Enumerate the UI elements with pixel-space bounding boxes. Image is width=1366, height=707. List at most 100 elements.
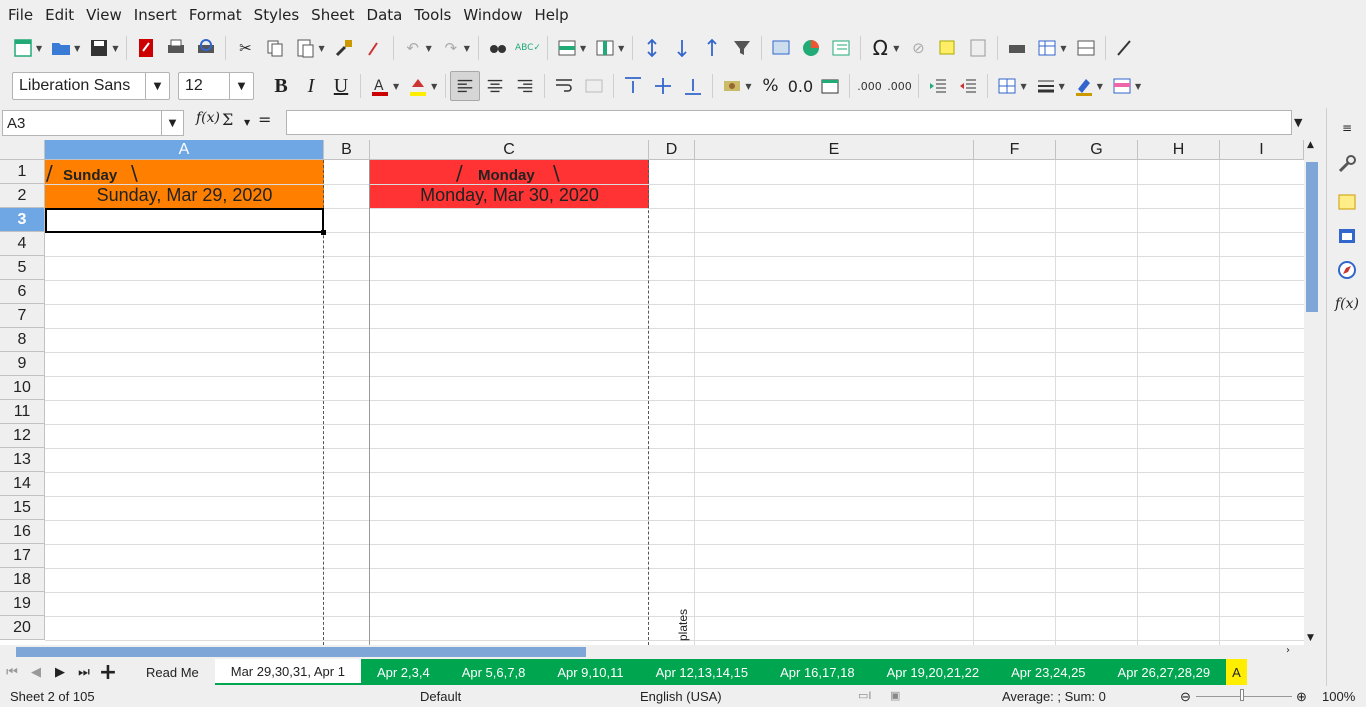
column-header-i[interactable]: I <box>1220 140 1304 160</box>
row-icon[interactable] <box>554 35 580 61</box>
selected-cell-a3[interactable] <box>45 208 324 233</box>
properties-icon[interactable] <box>1335 152 1359 176</box>
border-color-icon[interactable] <box>1071 73 1097 99</box>
sidebar-menu-icon[interactable]: ≡ <box>1335 116 1359 140</box>
column-icon[interactable] <box>592 35 618 61</box>
row-header-9[interactable]: 9 <box>0 352 45 376</box>
save-dropdown-icon[interactable]: ▼ <box>112 44 118 53</box>
menu-tools[interactable]: Tools <box>408 0 457 30</box>
sheet-tab[interactable]: Apr 9,10,11 <box>541 659 640 685</box>
row-header-16[interactable]: 16 <box>0 520 45 544</box>
formula-input[interactable] <box>286 110 1292 135</box>
function-wizard-icon[interactable]: f(x) <box>196 110 220 126</box>
row-header-5[interactable]: 5 <box>0 256 45 280</box>
row-header-3[interactable]: 3 <box>0 208 45 232</box>
first-sheet-icon[interactable]: ⏮ <box>0 659 24 685</box>
conditional-format-dropdown-icon[interactable]: ▼ <box>1135 82 1141 91</box>
borders-icon[interactable] <box>994 73 1020 99</box>
copy-icon[interactable] <box>262 35 288 61</box>
zoom-slider[interactable] <box>1196 696 1292 697</box>
horizontal-scroll-thumb[interactable] <box>16 647 586 657</box>
gallery-icon[interactable] <box>1335 224 1359 248</box>
cell-c2-date[interactable]: Monday, Mar 30, 2020 <box>370 185 649 208</box>
decrease-indent-icon[interactable] <box>955 73 981 99</box>
new-dropdown-icon[interactable]: ▼ <box>36 44 42 53</box>
column-dropdown-icon[interactable]: ▼ <box>618 44 624 53</box>
open-folder-icon[interactable] <box>48 35 74 61</box>
background-color-icon[interactable] <box>405 73 431 99</box>
cell-c1-monday[interactable]: Monday <box>478 167 535 184</box>
row-header-7[interactable]: 7 <box>0 304 45 328</box>
expand-formula-bar-icon[interactable]: ▼ <box>1294 116 1302 129</box>
column-header-d[interactable]: D <box>649 140 695 160</box>
font-name-dropdown-icon[interactable]: ▼ <box>145 73 169 99</box>
menu-styles[interactable]: Styles <box>248 0 306 30</box>
row-header-2[interactable]: 2 <box>0 184 45 208</box>
column-header-f[interactable]: F <box>974 140 1056 160</box>
sheet-tab[interactable]: Apr 2,3,4 <box>360 659 446 685</box>
autofilter-icon[interactable] <box>729 35 755 61</box>
freeze-rows-columns-icon[interactable] <box>1034 35 1060 61</box>
vertical-scroll-thumb[interactable] <box>1306 162 1318 312</box>
row-dropdown-icon[interactable]: ▼ <box>580 44 586 53</box>
horizontal-scrollbar[interactable]: › <box>0 645 1304 659</box>
sort-icon[interactable] <box>639 35 665 61</box>
spelling-icon[interactable]: ABC✓ <box>515 35 541 61</box>
column-header-a[interactable]: A <box>45 140 324 160</box>
column-header-e[interactable]: E <box>695 140 974 160</box>
font-size-combo[interactable]: 12 ▼ <box>178 72 254 100</box>
menu-window[interactable]: Window <box>457 0 528 30</box>
row-header-1[interactable]: 1 <box>0 160 45 184</box>
center-vertically-icon[interactable] <box>650 73 676 99</box>
document-modified-icon[interactable]: ▣ <box>890 689 900 702</box>
sheet-tab[interactable]: Apr 16,17,18 <box>764 659 871 685</box>
redo-icon[interactable]: ↷ <box>438 35 464 61</box>
cell-a2-date[interactable]: Sunday, Mar 29, 2020 <box>45 185 324 208</box>
scroll-right-icon[interactable]: › <box>1286 645 1290 656</box>
menu-insert[interactable]: Insert <box>128 0 183 30</box>
increase-indent-icon[interactable] <box>925 73 951 99</box>
number-format-button[interactable]: 0.0 <box>785 71 815 101</box>
sheet-tab[interactable]: A <box>1226 659 1247 685</box>
font-size-value[interactable]: 12 <box>179 77 229 95</box>
name-box-dropdown-icon[interactable]: ▼ <box>161 111 183 135</box>
paste-dropdown-icon[interactable]: ▼ <box>318 44 324 53</box>
new-document-icon[interactable] <box>10 35 36 61</box>
special-character-icon[interactable]: Ω <box>867 35 893 61</box>
background-color-dropdown-icon[interactable]: ▼ <box>431 82 437 91</box>
page-style[interactable]: Default <box>420 689 461 704</box>
underline-button[interactable]: U <box>326 71 356 101</box>
zoom-in-icon[interactable]: ⊕ <box>1296 689 1307 705</box>
wrap-text-icon[interactable] <box>551 73 577 99</box>
image-icon[interactable] <box>768 35 794 61</box>
last-sheet-icon[interactable]: ⏭ <box>72 659 96 685</box>
borders-dropdown-icon[interactable]: ▼ <box>1020 82 1026 91</box>
font-color-icon[interactable]: A <box>367 73 393 99</box>
hyperlink-icon[interactable]: ⊘ <box>905 35 931 61</box>
font-color-dropdown-icon[interactable]: ▼ <box>393 82 399 91</box>
menu-format[interactable]: Format <box>183 0 248 30</box>
scroll-down-icon[interactable]: ▼ <box>1307 633 1314 643</box>
save-icon[interactable] <box>86 35 112 61</box>
row-header-20[interactable]: 20 <box>0 616 45 640</box>
row-header-8[interactable]: 8 <box>0 328 45 352</box>
language-status[interactable]: English (USA) <box>640 689 722 704</box>
sheet-tab[interactable]: Apr 12,13,14,15 <box>639 659 765 685</box>
next-sheet-icon[interactable]: ▶ <box>48 659 72 685</box>
zoom-slider-handle[interactable] <box>1240 689 1244 701</box>
row-header-4[interactable]: 4 <box>0 232 45 256</box>
menu-data[interactable]: Data <box>361 0 409 30</box>
menu-sheet[interactable]: Sheet <box>305 0 360 30</box>
menu-view[interactable]: View <box>80 0 128 30</box>
previous-sheet-icon[interactable]: ◀ <box>24 659 48 685</box>
column-header-h[interactable]: H <box>1138 140 1220 160</box>
undo-icon[interactable]: ↶ <box>400 35 426 61</box>
split-window-icon[interactable] <box>1073 35 1099 61</box>
menu-help[interactable]: Help <box>528 0 574 30</box>
selection-mode-icon[interactable]: ▭I <box>858 689 871 702</box>
font-name-combo[interactable]: Liberation Sans ▼ <box>12 72 170 100</box>
border-style-dropdown-icon[interactable]: ▼ <box>1059 82 1065 91</box>
align-left-button[interactable] <box>450 71 481 101</box>
align-right-button[interactable] <box>510 71 540 101</box>
paste-icon[interactable] <box>292 35 318 61</box>
